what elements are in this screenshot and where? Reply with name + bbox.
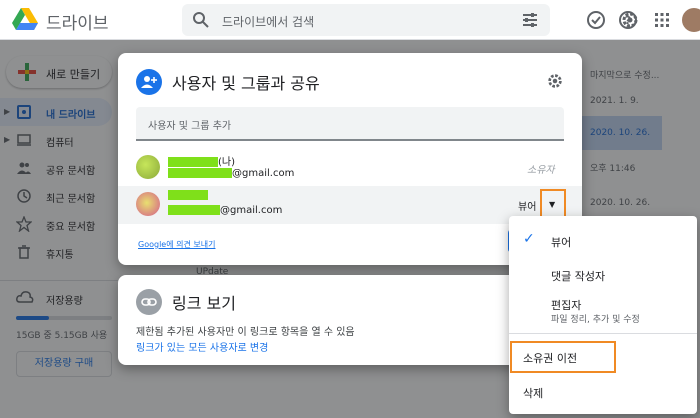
menu-item-sublabel: 파일 정리, 추가 및 수정 [551,315,640,325]
change-link-access-link[interactable]: 링크가 있는 모든 사용자로 변경 [136,339,268,354]
link-access-description: 제한됨 추가된 사용자만 이 링크로 항목을 열 수 있음 [136,327,355,338]
person-avatar [136,155,160,179]
search-bar[interactable]: 드라이브에서 검색 [182,4,550,36]
highlight-box [510,341,616,373]
person-name [168,190,208,201]
person-avatar [136,192,160,216]
menu-item-label: 편집자 [551,299,582,312]
add-people-placeholder: 사용자 및 그룹 추가 [148,121,232,132]
feedback-link[interactable]: Google에 의견 보내기 [138,239,215,250]
link-icon [136,289,162,315]
check-icon: ✓ [523,231,535,247]
drive-logo-icon[interactable] [12,8,38,30]
menu-divider [509,333,697,334]
search-options-icon[interactable] [522,12,538,28]
role-menu: ✓ 뷰어 댓글 작성자 편집자 파일 정리, 추가 및 수정 소유권 이전 삭제 [509,216,697,414]
menu-item-label: 삭제 [523,387,544,400]
top-bar: 드라이브 드라이브에서 검색 ? [0,0,700,40]
menu-item-commenter[interactable]: 댓글 작성자 [509,260,697,288]
gear-icon[interactable] [620,10,640,30]
owner-role-label: 소유자 [527,165,555,176]
person-email: @gmail.com [168,205,282,216]
account-avatar[interactable] [682,8,700,32]
menu-item-remove[interactable]: 삭제 [509,378,697,408]
add-people-input[interactable]: 사용자 및 그룹 추가 [136,107,564,141]
caret-down-icon: ▼ [549,200,556,209]
menu-item-label: 뷰어 [551,236,572,249]
share-settings-gear-icon[interactable] [546,72,564,90]
share-dialog-title: 사용자 및 그룹과 공유 [172,74,320,93]
person-name: (나) [168,153,235,168]
apps-grid-icon[interactable] [652,10,672,30]
menu-item-editor[interactable]: 편집자 파일 정리, 추가 및 수정 [509,292,697,330]
search-input[interactable]: 드라이브에서 검색 [222,13,314,30]
role-dropdown-button[interactable]: ▼ [540,189,566,219]
link-dialog-title: 링크 보기 [172,294,236,313]
menu-item-label: 댓글 작성자 [551,270,606,283]
add-person-icon [136,69,162,95]
app-title[interactable]: 드라이브 [46,9,109,34]
role-select[interactable]: 뷰어 [514,195,542,215]
person-row-owner: (나) @gmail.com 소유자 [118,149,582,187]
search-icon[interactable] [192,11,210,29]
offline-check-icon[interactable] [586,10,606,30]
person-email: @gmail.com [168,168,294,179]
menu-item-viewer[interactable]: ✓ 뷰어 [509,226,697,254]
